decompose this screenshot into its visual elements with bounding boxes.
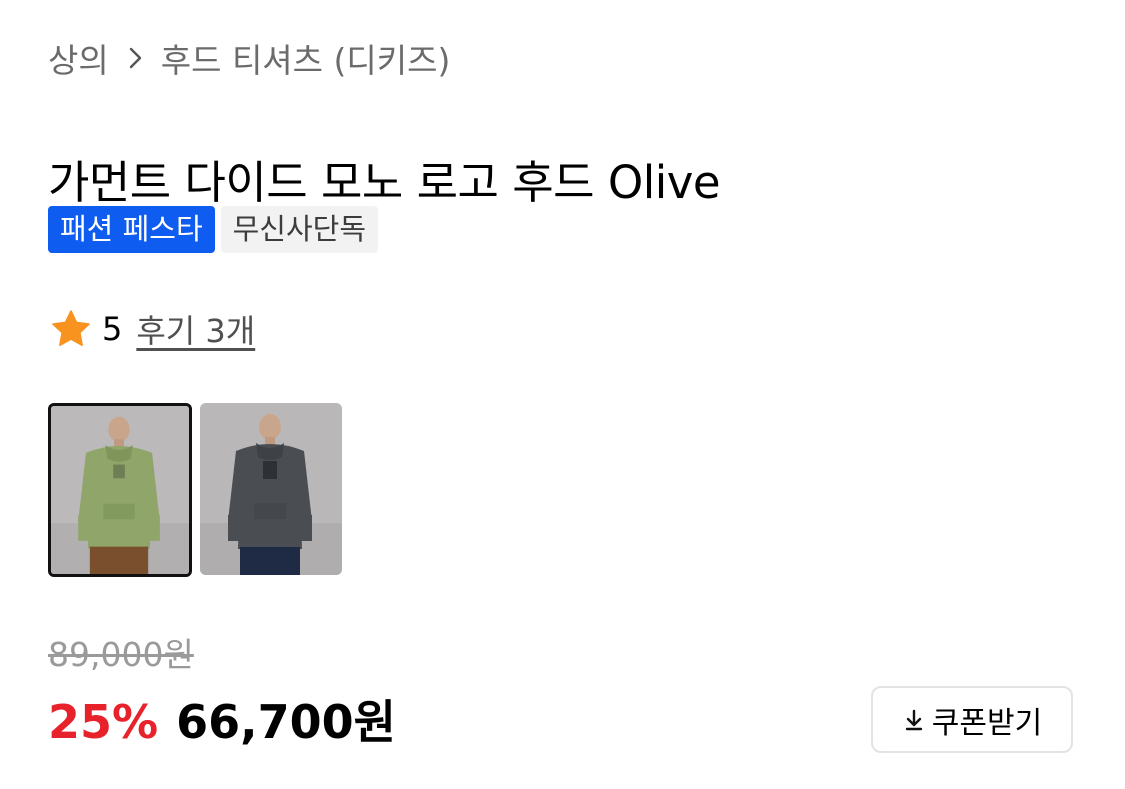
- rating-score: 5: [102, 310, 123, 348]
- coupon-button-label: 쿠폰받기: [931, 705, 1043, 741]
- breadcrumb: 상의 후드 티셔츠 (디키즈): [48, 34, 450, 82]
- original-price: 89,000원: [48, 635, 194, 674]
- tag-musinsa-exclusive: 무신사단독: [220, 206, 379, 253]
- breadcrumb-category[interactable]: 상의: [48, 34, 109, 82]
- thumbnail-olive-hoodie[interactable]: [48, 403, 192, 577]
- reviews-link[interactable]: 후기 3개: [136, 306, 255, 352]
- breadcrumb-subcategory[interactable]: 후드 티셔츠 (디키즈): [161, 34, 451, 82]
- thumbnail-list: [48, 403, 342, 577]
- discount-rate: 25%: [48, 695, 159, 749]
- download-icon: [902, 706, 926, 734]
- product-title: 가먼트 다이드 모노 로고 후드 Olive: [48, 156, 721, 210]
- price-row: 25% 66,700원: [48, 686, 396, 752]
- olive-hoodie-image: [51, 406, 189, 574]
- sale-price: 66,700원: [176, 695, 396, 749]
- star-icon: [48, 306, 94, 352]
- chevron-right-icon: [129, 47, 143, 69]
- tag-list: 패션 페스타 무신사단독: [48, 206, 379, 253]
- coupon-button[interactable]: 쿠폰받기: [871, 686, 1073, 753]
- rating: 5 후기 3개: [48, 302, 255, 356]
- thumbnail-charcoal-hoodie[interactable]: [200, 403, 342, 575]
- tag-fashion-festa: 패션 페스타: [48, 206, 215, 253]
- charcoal-hoodie-image: [200, 403, 342, 575]
